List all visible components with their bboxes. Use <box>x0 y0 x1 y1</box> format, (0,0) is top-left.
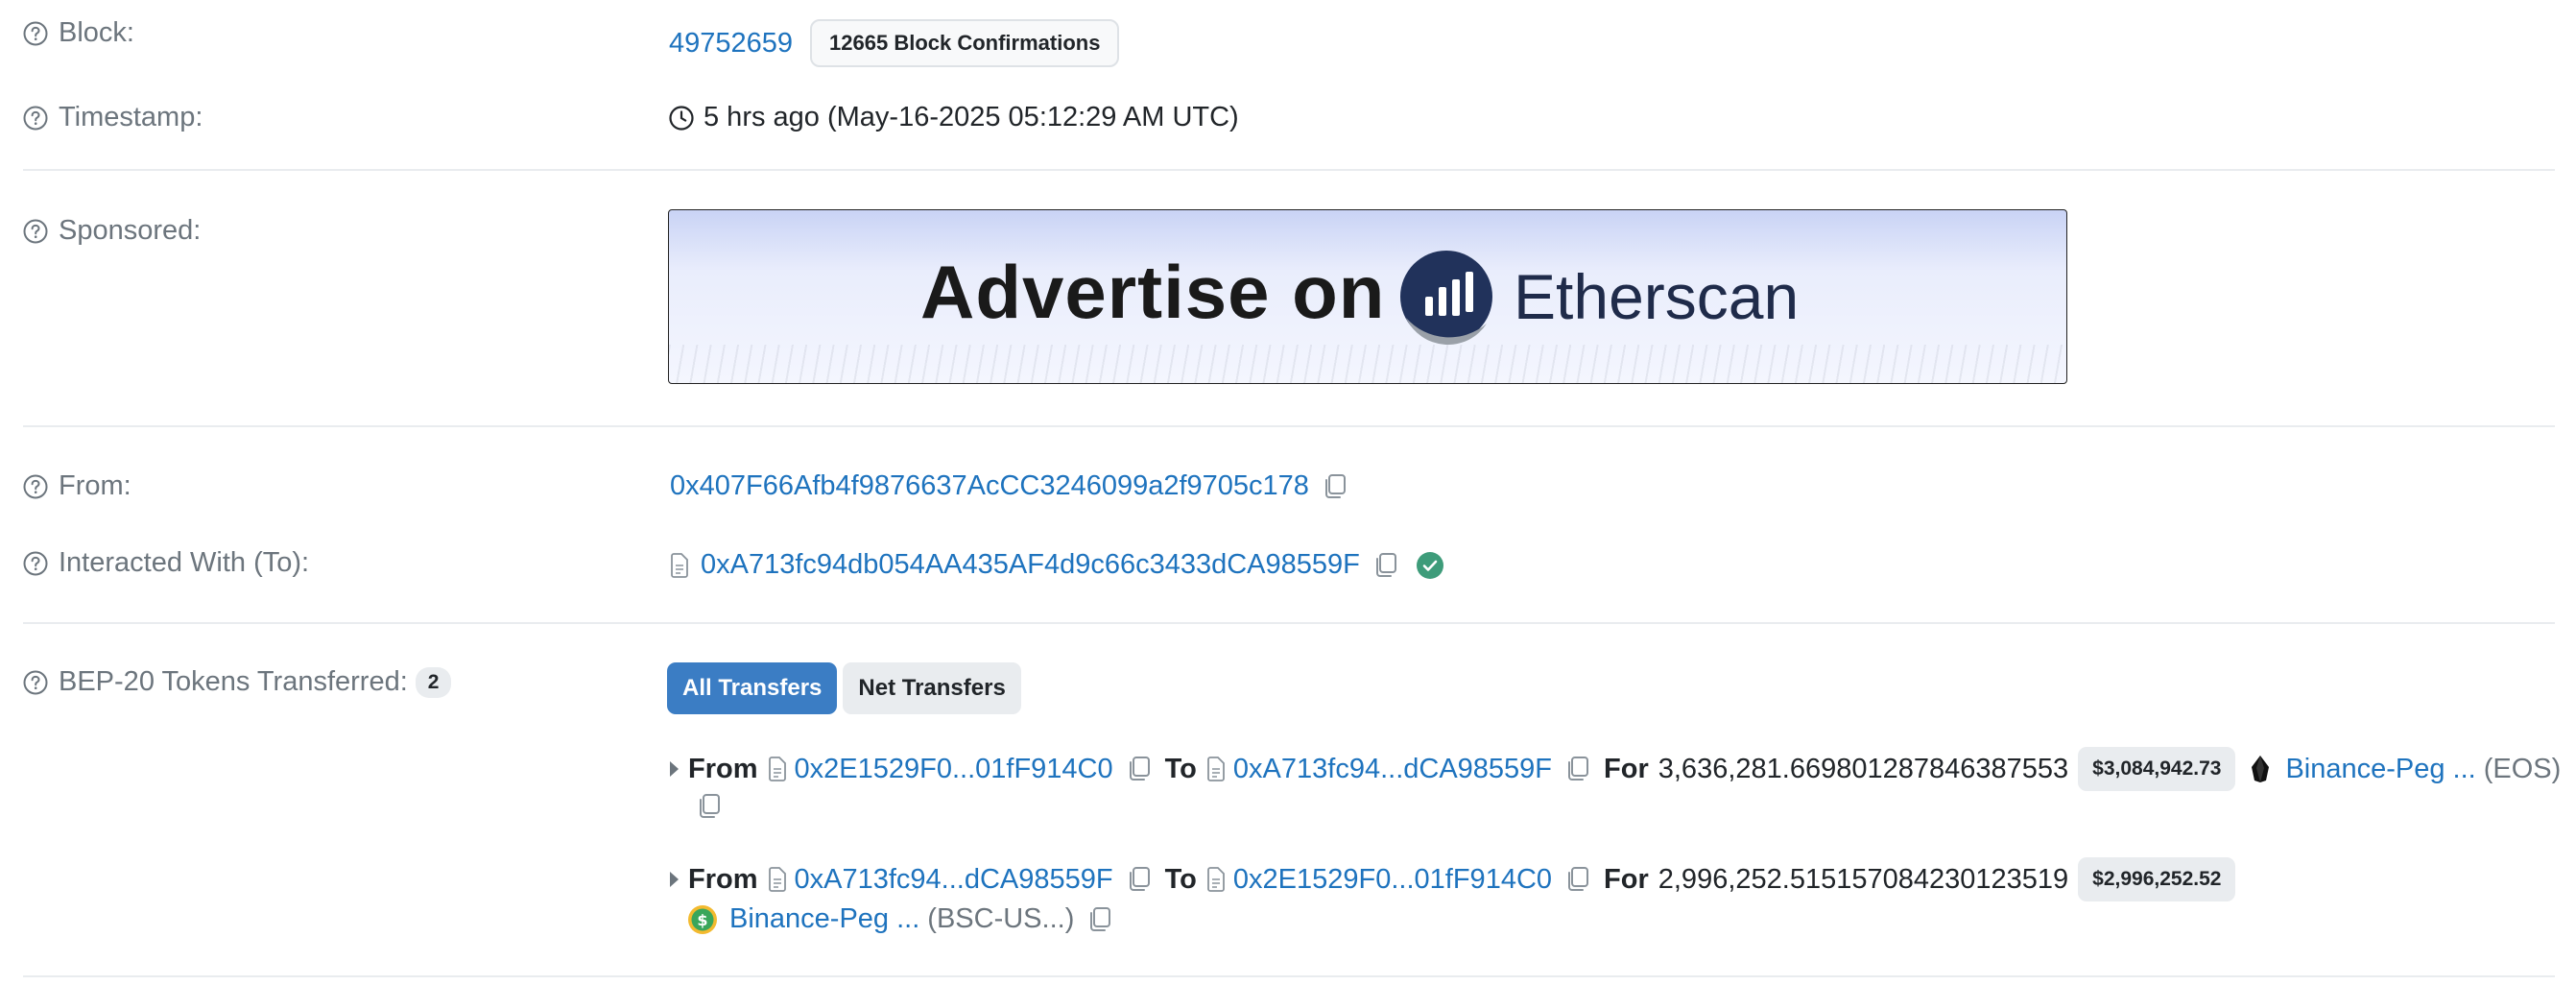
block-label: Block: <box>23 17 668 49</box>
question-circle-icon[interactable] <box>23 219 48 244</box>
check-circle-icon <box>1416 551 1444 580</box>
timestamp-label: Timestamp: <box>23 102 668 133</box>
transfer-tabs: All Transfers Net Transfers <box>667 662 1027 714</box>
token-name-link[interactable]: Binance-Peg ... <box>729 903 919 935</box>
for-text: For <box>1604 863 1649 895</box>
token-symbol: (EOS) <box>2483 753 2562 784</box>
to-label: Interacted With (To): <box>23 547 668 579</box>
ad-decoration <box>669 345 2066 383</box>
expand-caret-icon[interactable] <box>670 761 679 777</box>
from-address-link[interactable]: 0x407F66Afb4f9876637AcCC3246099a2f9705c1… <box>670 470 1309 502</box>
block-label-text: Block: <box>59 17 134 48</box>
block-row: Block: <box>23 17 668 49</box>
transfer-row: From 0x2E1529F0...01fF914C0 To 0xA713fc9… <box>670 747 2561 791</box>
usd-token-icon: $ <box>687 904 718 935</box>
to-address-link[interactable]: 0xA713fc94db054AA435AF4d9c66c3433dCA9855… <box>701 549 1360 581</box>
divider <box>23 622 2555 624</box>
for-text: For <box>1604 753 1649 784</box>
to-text: To <box>1164 753 1197 784</box>
sponsored-row: Sponsored: <box>23 215 668 247</box>
ad-headline: Advertise on <box>920 250 1386 334</box>
etherscan-logo-icon <box>1398 249 1494 346</box>
transfer-from-link[interactable]: 0x2E1529F0...01fF914C0 <box>795 754 1113 785</box>
ad-brand-name: Etherscan <box>1514 261 1800 332</box>
timestamp-label-text: Timestamp: <box>59 102 203 132</box>
tab-all-transfers[interactable]: All Transfers <box>667 662 838 714</box>
divider <box>23 425 2555 427</box>
copy-icon[interactable] <box>1127 866 1152 893</box>
divider <box>23 975 2555 977</box>
to-label-text: Interacted With (To): <box>59 547 310 578</box>
transfer-row-copy <box>697 793 722 825</box>
transfer-from-link[interactable]: 0xA713fc94...dCA98559F <box>795 864 1113 896</box>
tab-net-transfers[interactable]: Net Transfers <box>843 662 1021 714</box>
copy-icon[interactable] <box>1373 552 1398 579</box>
token-symbol: (BSC-US...) <box>927 903 1075 934</box>
file-icon <box>670 552 689 578</box>
block-number-link[interactable]: 49752659 <box>669 28 793 60</box>
copy-icon[interactable] <box>1565 756 1590 782</box>
question-circle-icon[interactable] <box>23 106 48 131</box>
file-icon <box>1206 757 1226 781</box>
copy-icon[interactable] <box>1323 473 1348 500</box>
transfer-row: From 0xA713fc94...dCA98559F To 0x2E1529F… <box>670 857 2236 901</box>
expand-caret-icon[interactable] <box>670 872 679 887</box>
question-circle-icon[interactable] <box>23 551 48 576</box>
from-label-text: From: <box>59 470 131 501</box>
to-value: 0xA713fc94db054AA435AF4d9c66c3433dCA9855… <box>670 549 1444 581</box>
usd-value-badge: $3,084,942.73 <box>2078 747 2236 791</box>
question-circle-icon[interactable] <box>23 474 48 499</box>
from-value: 0x407F66Afb4f9876637AcCC3246099a2f9705c1… <box>670 470 1348 502</box>
from-row: From: <box>23 470 668 502</box>
tokens-label-text: BEP-20 Tokens Transferred: <box>59 666 408 697</box>
timestamp-row: Timestamp: <box>23 102 668 133</box>
to-text: To <box>1164 863 1197 895</box>
transfer-amount: 3,636,281.669801287846387553 <box>1658 753 2069 784</box>
from-text: From <box>688 753 758 784</box>
block-value: 49752659 12665 Block Confirmations <box>669 19 1120 67</box>
copy-icon[interactable] <box>1565 866 1590 893</box>
clock-icon <box>669 105 694 131</box>
usd-value-badge: $2,996,252.52 <box>2078 857 2236 901</box>
question-circle-icon[interactable] <box>23 670 48 695</box>
copy-icon[interactable] <box>697 793 722 820</box>
confirmations-badge: 12665 Block Confirmations <box>810 19 1120 67</box>
file-icon <box>768 757 787 781</box>
transfer-amount: 2,996,252.515157084230123519 <box>1658 863 2069 895</box>
sponsored-label: Sponsored: <box>23 215 668 247</box>
svg-text:$: $ <box>697 911 707 929</box>
from-text: From <box>688 863 758 895</box>
tokens-row: BEP-20 Tokens Transferred: 2 <box>23 666 668 698</box>
tokens-label: BEP-20 Tokens Transferred: 2 <box>23 666 668 698</box>
file-icon <box>1206 867 1226 892</box>
timestamp-value: 5 hrs ago (May-16-2025 05:12:29 AM UTC) <box>669 102 1239 133</box>
transfer-to-link[interactable]: 0x2E1529F0...01fF914C0 <box>1233 864 1552 896</box>
timestamp-text: 5 hrs ago (May-16-2025 05:12:29 AM UTC) <box>704 102 1239 132</box>
transfer-token-line: $ Binance-Peg ... (BSC-US...) <box>687 903 1112 935</box>
to-row: Interacted With (To): <box>23 547 668 579</box>
copy-icon[interactable] <box>1127 756 1152 782</box>
token-count-badge: 2 <box>415 666 452 698</box>
sponsored-ad-banner[interactable]: Advertise on Etherscan <box>668 209 2067 384</box>
transfer-to-link[interactable]: 0xA713fc94...dCA98559F <box>1233 754 1552 785</box>
divider <box>23 169 2555 171</box>
copy-icon[interactable] <box>1087 906 1112 933</box>
token-name-link[interactable]: Binance-Peg ... <box>2285 754 2475 785</box>
from-label: From: <box>23 470 668 502</box>
file-icon <box>768 867 787 892</box>
sponsored-label-text: Sponsored: <box>59 215 202 246</box>
question-circle-icon[interactable] <box>23 21 48 46</box>
eos-token-icon <box>2249 755 2272 783</box>
